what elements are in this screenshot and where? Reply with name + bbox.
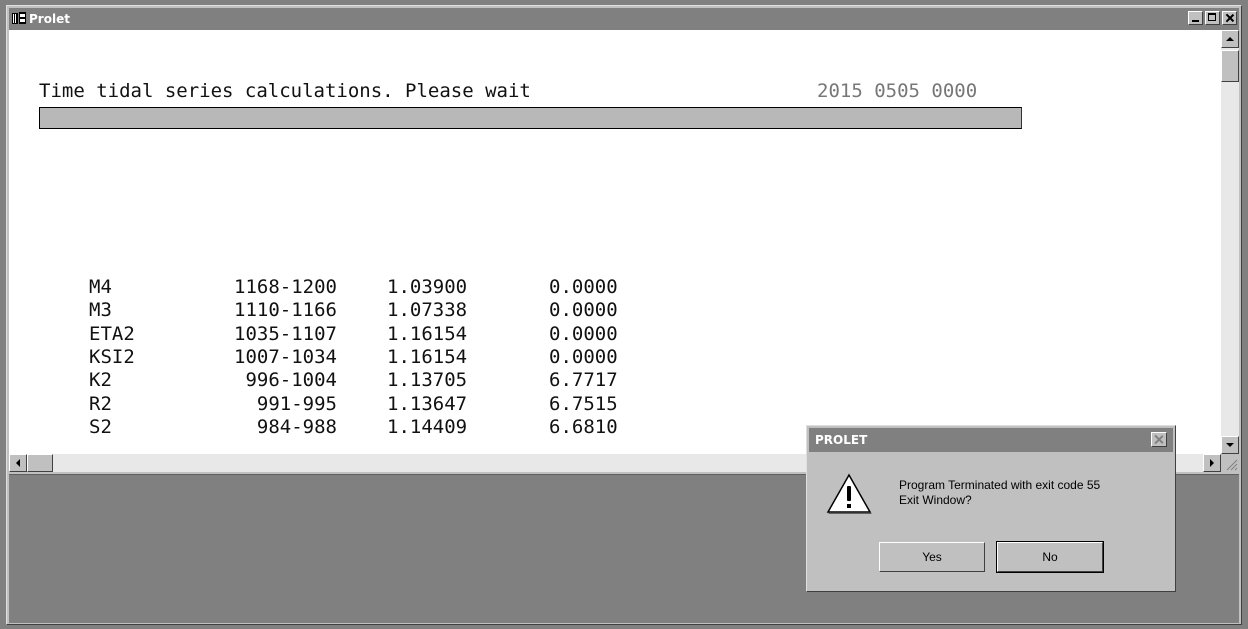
- status-text: Time tidal series calculations. Please w…: [39, 80, 531, 102]
- cell-value: 0.0000: [549, 299, 618, 322]
- cell-value: 6.7515: [549, 392, 618, 415]
- arrow-down-icon: [1226, 443, 1234, 447]
- console-area: Time tidal series calculations. Please w…: [9, 30, 1221, 454]
- cell-value: 6.7717: [549, 369, 618, 392]
- cell-range: 984-988: [256, 415, 337, 438]
- title-bar[interactable]: Prolet: [9, 8, 1239, 30]
- exit-dialog: PROLET Program Terminated with exit code…: [806, 425, 1176, 592]
- cell-range: 996-1004: [245, 369, 337, 392]
- cell-range: 991-995: [256, 392, 337, 415]
- progress-fill: [40, 108, 1021, 128]
- dialog-title-bar[interactable]: PROLET: [809, 428, 1173, 452]
- cell-range: 1007-1034: [234, 345, 337, 368]
- cell-name: S2: [89, 415, 112, 438]
- cell-name: M4: [89, 276, 112, 298]
- cell-factor: 1.03900: [387, 276, 468, 298]
- dialog-title: PROLET: [815, 433, 868, 447]
- warning-icon: [826, 473, 872, 514]
- cell-factor: 1.16154: [387, 345, 468, 368]
- horizontal-scroll-thumb[interactable]: [27, 454, 53, 472]
- cell-range: 1035-1107: [234, 322, 337, 345]
- cell-name: K2: [89, 369, 112, 392]
- scroll-right-button[interactable]: [1203, 454, 1221, 472]
- scroll-left-button[interactable]: [9, 454, 27, 472]
- cell-name: M3: [89, 299, 112, 322]
- no-button[interactable]: No: [996, 541, 1104, 573]
- app-icon: [12, 12, 26, 24]
- dialog-close-button[interactable]: [1151, 432, 1167, 447]
- arrow-right-icon: [1210, 459, 1214, 467]
- cell-range: 1110-1166: [234, 299, 337, 322]
- cell-value: 0.0000: [549, 276, 618, 298]
- maximize-button[interactable]: [1205, 11, 1220, 25]
- resize-grip-icon: [1226, 459, 1238, 471]
- scroll-up-button[interactable]: [1221, 30, 1239, 48]
- cell-name: R2: [89, 392, 112, 415]
- dialog-message-line1: Program Terminated with exit code 55: [899, 478, 1101, 492]
- timestamp: 2015 0505 0000: [817, 80, 978, 102]
- yes-button[interactable]: Yes: [879, 542, 985, 572]
- cell-range: 1168-1200: [234, 276, 337, 298]
- arrow-left-icon: [16, 459, 20, 467]
- progress-bar: [39, 107, 1022, 129]
- minimize-button[interactable]: [1188, 11, 1203, 25]
- cell-name: ETA2: [89, 322, 135, 345]
- cell-value: 6.6810: [549, 415, 618, 438]
- arrow-up-icon: [1226, 37, 1234, 41]
- cell-value: 0.0000: [549, 322, 618, 345]
- cell-name: KSI2: [89, 345, 135, 368]
- scroll-down-button[interactable]: [1221, 436, 1239, 454]
- cell-factor: 1.13647: [387, 392, 468, 415]
- vertical-scrollbar[interactable]: [1221, 30, 1239, 454]
- dialog-message: Program Terminated with exit code 55 Exi…: [899, 478, 1100, 508]
- dialog-message-line2: Exit Window?: [899, 493, 972, 507]
- window-title: Prolet: [29, 12, 70, 26]
- size-grip[interactable]: [1221, 454, 1239, 472]
- close-button[interactable]: [1222, 11, 1237, 25]
- cell-factor: 1.13705: [387, 369, 468, 392]
- cell-factor: 1.16154: [387, 322, 468, 345]
- cell-factor: 1.14409: [387, 415, 468, 438]
- vertical-scroll-thumb[interactable]: [1221, 50, 1239, 82]
- cell-factor: 1.07338: [387, 299, 468, 322]
- cell-value: 0.0000: [549, 345, 618, 368]
